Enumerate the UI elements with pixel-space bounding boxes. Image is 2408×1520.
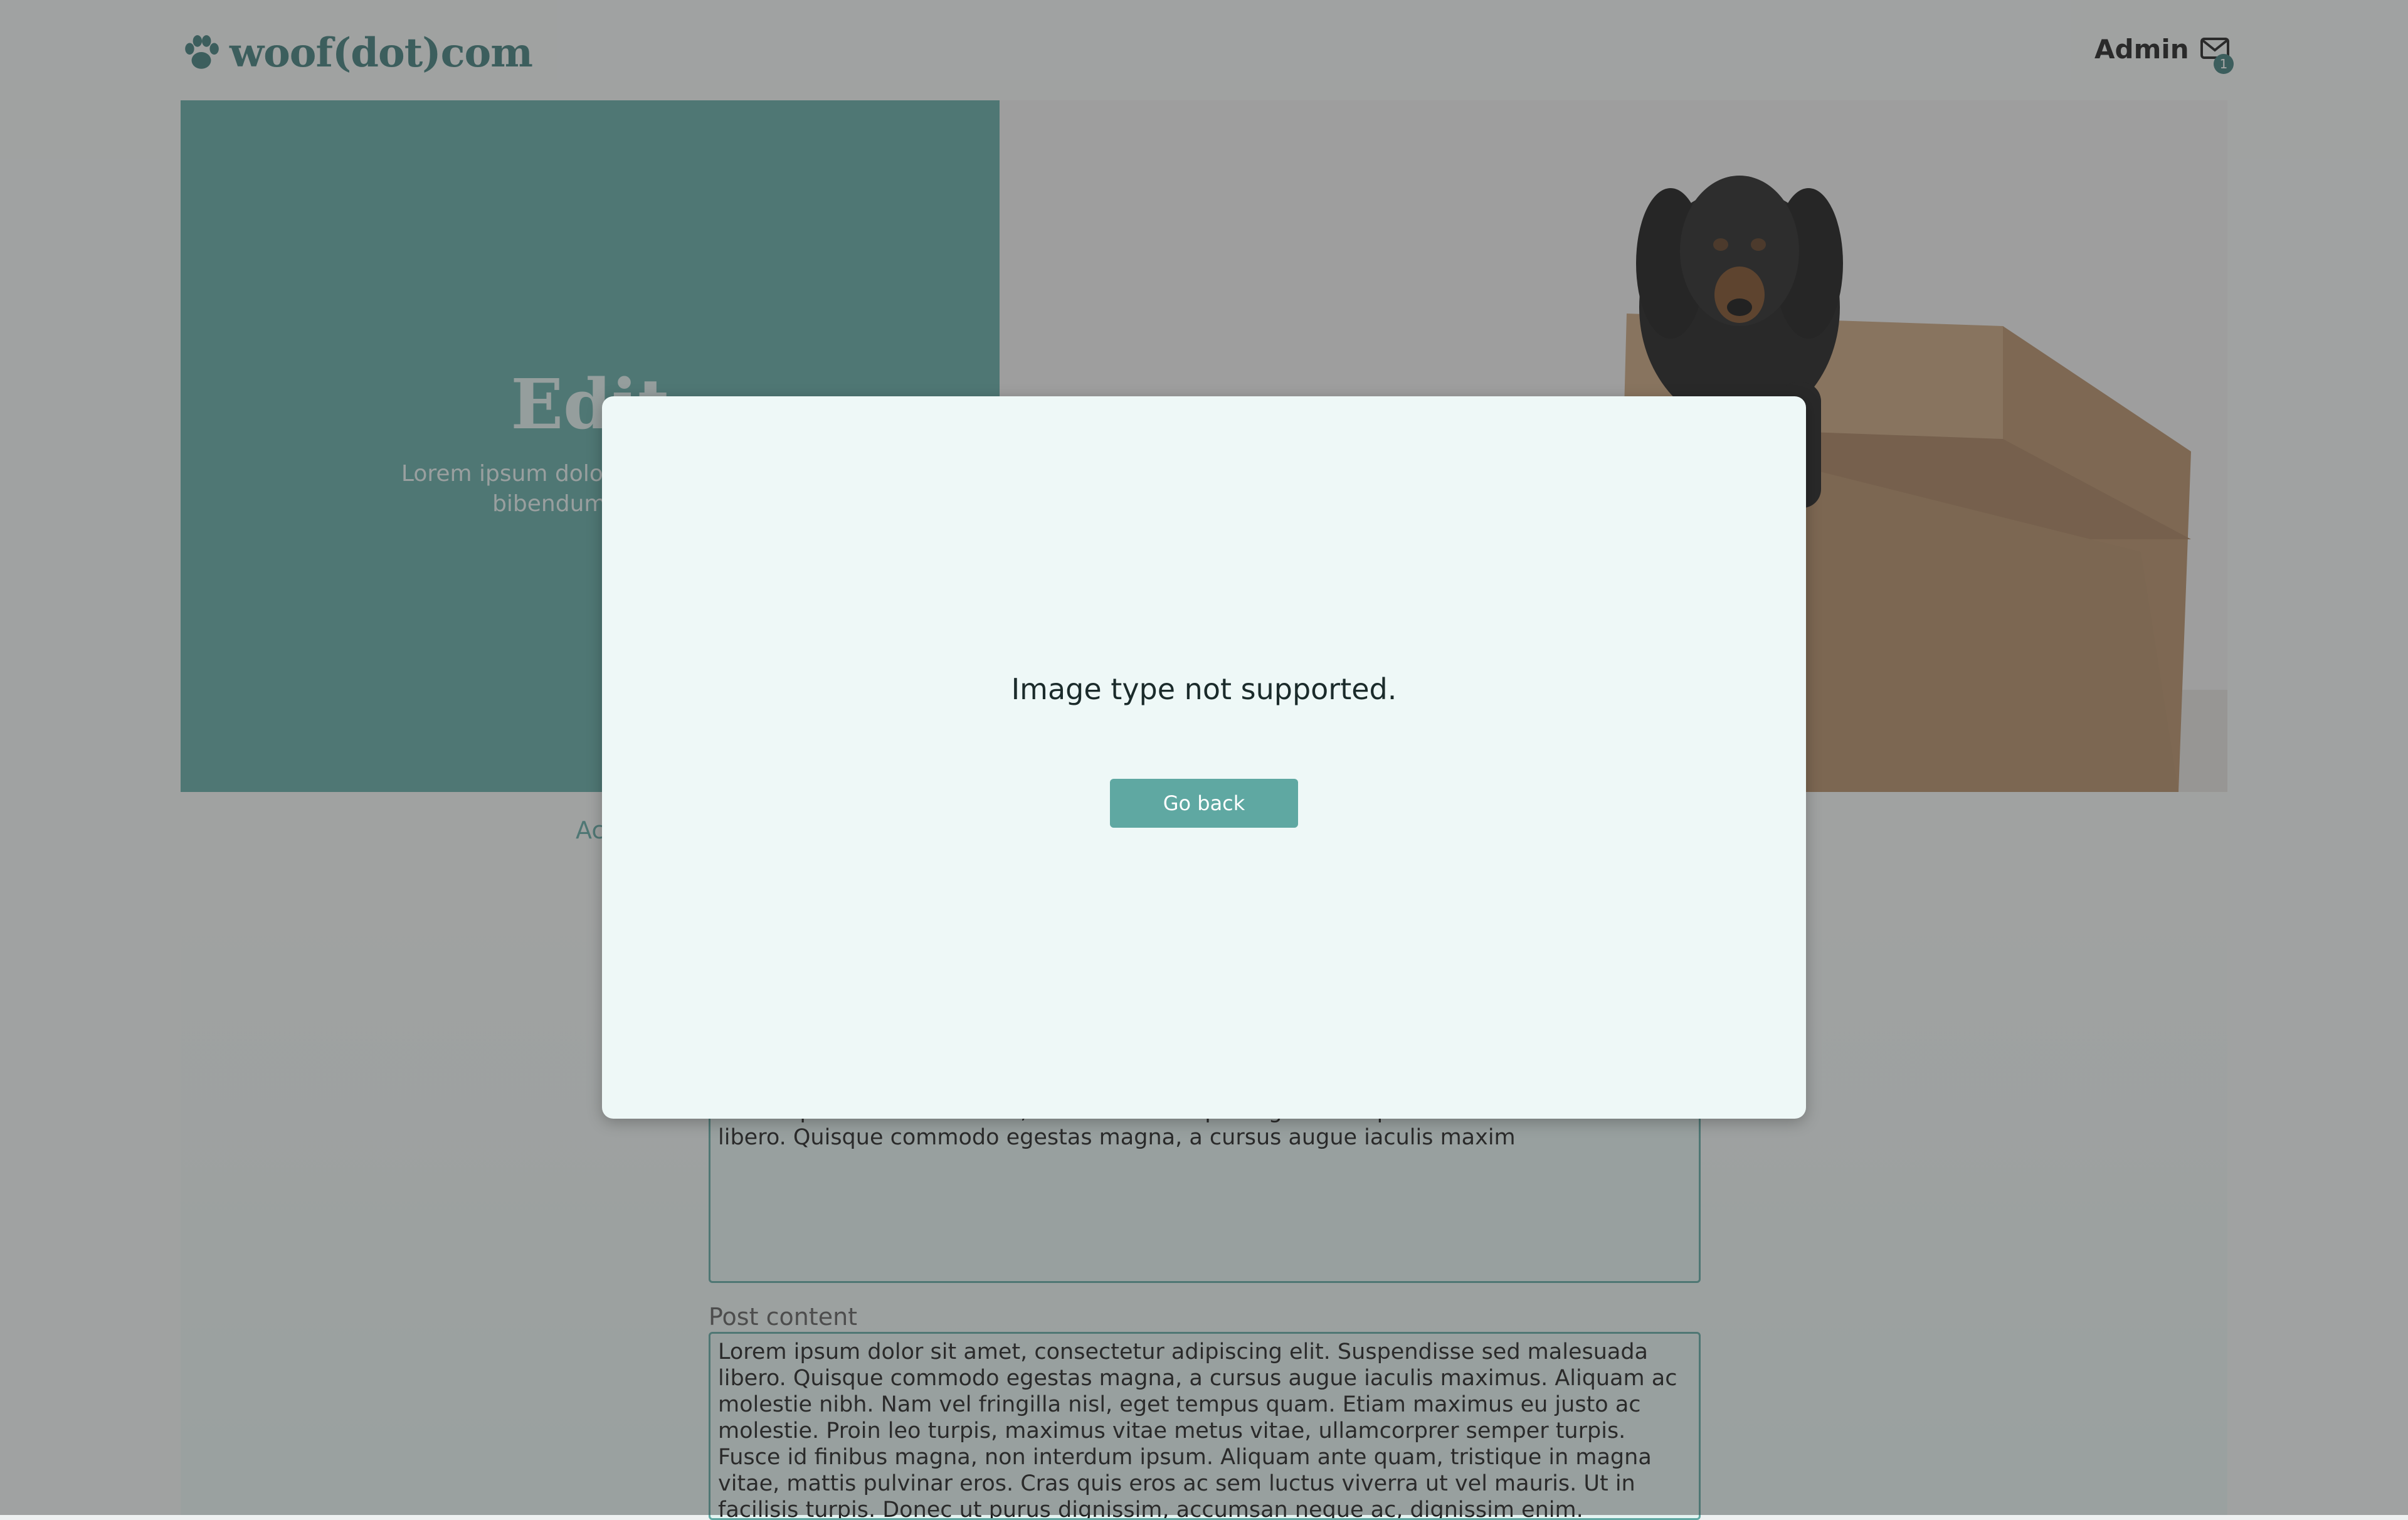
modal-message: Image type not supported. [1011, 672, 1397, 706]
go-back-button[interactable]: Go back [1110, 779, 1298, 828]
error-modal: Image type not supported. Go back [602, 396, 1806, 1119]
